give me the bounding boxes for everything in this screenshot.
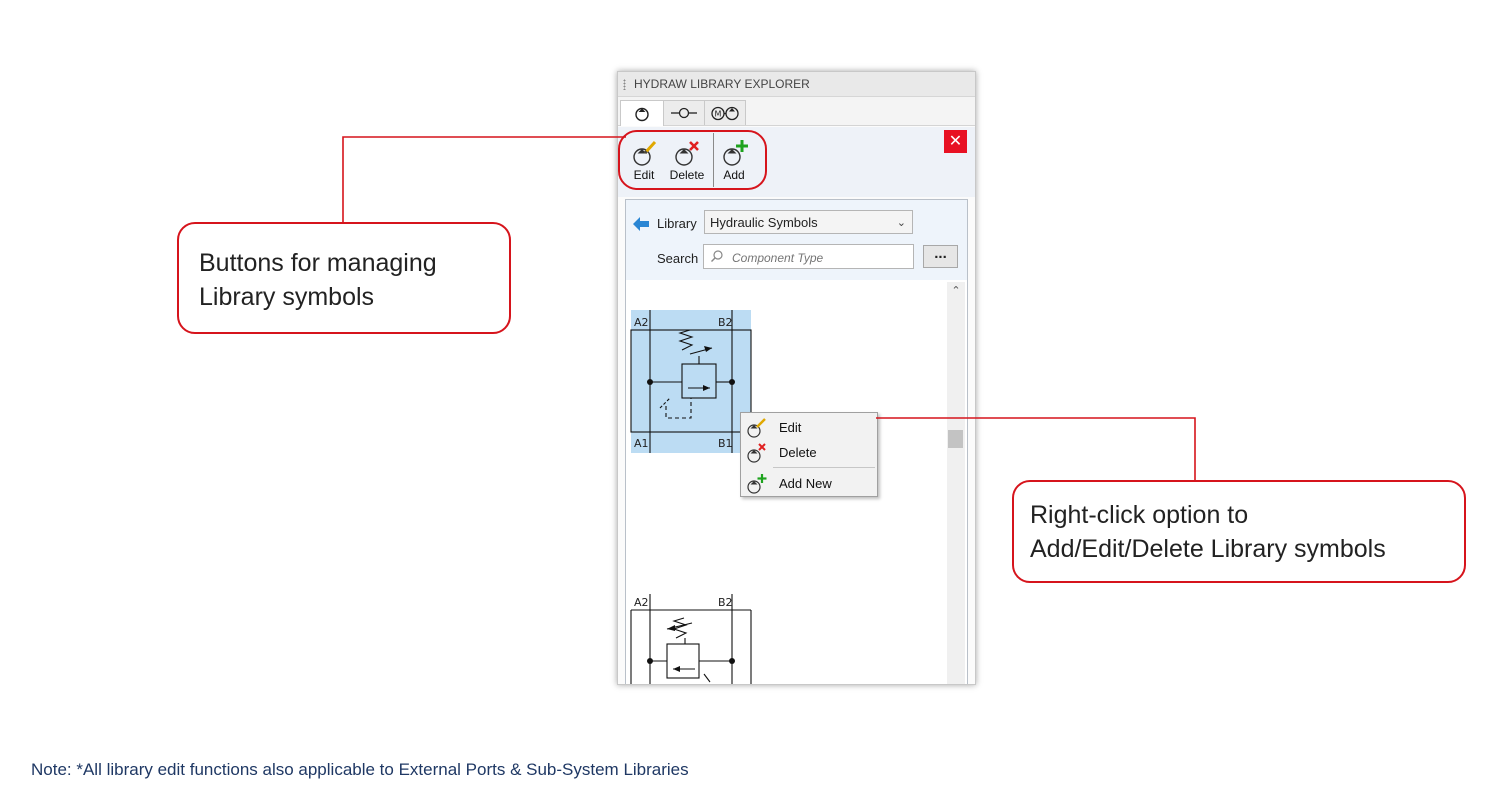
context-menu-delete-label: Delete <box>779 445 817 460</box>
tab-components[interactable] <box>620 100 664 126</box>
close-button[interactable]: ✕ <box>944 130 967 153</box>
tab-external-ports[interactable] <box>663 100 705 125</box>
window-titlebar[interactable]: HYDRAW LIBRARY EXPLORER <box>618 72 975 97</box>
context-menu-add-new-label: Add New <box>779 476 832 491</box>
port-label-b2: B2 <box>718 596 733 609</box>
pump-icon <box>635 107 649 121</box>
callout-right-line2: Add/Edit/Delete Library symbols <box>1030 535 1386 563</box>
context-menu-edit-label: Edit <box>779 420 802 435</box>
delete-button[interactable]: Delete <box>665 139 709 187</box>
add-symbol-icon <box>747 474 767 494</box>
library-dropdown-value: Hydraulic Symbols <box>710 215 818 230</box>
library-symbol-pressure-reducing-valve[interactable]: A2 B2 A1 B1 <box>630 310 752 454</box>
drag-grip-icon[interactable] <box>623 79 626 90</box>
add-symbol-icon <box>723 140 748 166</box>
library-tabs: M <box>618 97 975 126</box>
library-toolbar: Edit Delete Add ✕ <box>618 127 975 197</box>
library-symbol-relief-valve[interactable]: A2 B2 <box>630 594 752 684</box>
callout-left-line1: Buttons for managing <box>199 249 437 277</box>
valve-drawing-icon <box>630 594 752 684</box>
delete-symbol-icon <box>747 443 766 463</box>
callout-left-line2: Library symbols <box>199 283 375 311</box>
svg-text:M: M <box>715 110 722 119</box>
motor-pump-icon: M <box>711 106 739 121</box>
callout-right-click-options: Right-click option to Add/Edit/Delete Li… <box>1012 480 1466 583</box>
context-menu: Edit Delete Add New <box>740 412 878 497</box>
library-label: Library <box>657 216 697 231</box>
context-menu-add-new[interactable]: Add New <box>741 471 877 495</box>
library-filter-header: Library Hydraulic Symbols ⌄ Search ... <box>626 200 967 280</box>
edit-button-label: Edit <box>633 168 655 182</box>
junction-dot-icon <box>647 658 653 664</box>
tab-sub-systems[interactable]: M <box>704 100 746 125</box>
port-connector-icon <box>671 107 697 119</box>
delete-button-label: Delete <box>669 168 705 182</box>
delete-symbol-icon <box>675 141 699 166</box>
scrollbar-thumb[interactable] <box>948 430 963 448</box>
junction-dot-icon <box>647 379 653 385</box>
search-icon <box>711 250 723 262</box>
port-label-a2: A2 <box>634 596 649 609</box>
port-label-a2: A2 <box>634 316 649 329</box>
callout-toolbar-buttons: Buttons for managing Library symbols <box>177 222 511 334</box>
chevron-up-icon[interactable]: ⌃ <box>947 282 965 300</box>
search-field[interactable] <box>703 244 914 269</box>
window-title: HYDRAW LIBRARY EXPLORER <box>634 77 810 91</box>
port-label-b1: B1 <box>718 437 733 450</box>
vertical-scrollbar[interactable]: ⌃ <box>947 282 965 684</box>
junction-dot-icon <box>729 379 735 385</box>
port-label-a1: A1 <box>634 437 649 450</box>
edit-symbol-icon <box>633 140 657 166</box>
edit-button[interactable]: Edit <box>622 139 666 187</box>
footnote: Note: *All library edit functions also a… <box>31 760 689 779</box>
arrow-left-icon[interactable] <box>632 216 650 232</box>
add-button-label: Add <box>723 168 745 182</box>
context-menu-separator <box>773 467 875 468</box>
library-dropdown[interactable]: Hydraulic Symbols ⌄ <box>704 210 913 234</box>
adjustable-arrow-icon <box>667 625 675 631</box>
left-callout-leader <box>342 136 626 223</box>
chevron-down-icon: ⌄ <box>896 217 906 229</box>
callout-right-line1: Right-click option to <box>1030 501 1249 529</box>
flow-arrow-icon <box>673 666 680 672</box>
port-label-b2: B2 <box>718 316 733 329</box>
edit-symbol-icon <box>747 418 766 438</box>
context-menu-edit[interactable]: Edit <box>741 415 877 439</box>
context-menu-delete[interactable]: Delete <box>741 440 877 464</box>
more-options-button[interactable]: ... <box>923 245 958 268</box>
search-input[interactable] <box>730 247 910 268</box>
add-button[interactable]: Add <box>712 139 756 187</box>
junction-dot-icon <box>729 658 735 664</box>
search-label: Search <box>657 251 699 266</box>
